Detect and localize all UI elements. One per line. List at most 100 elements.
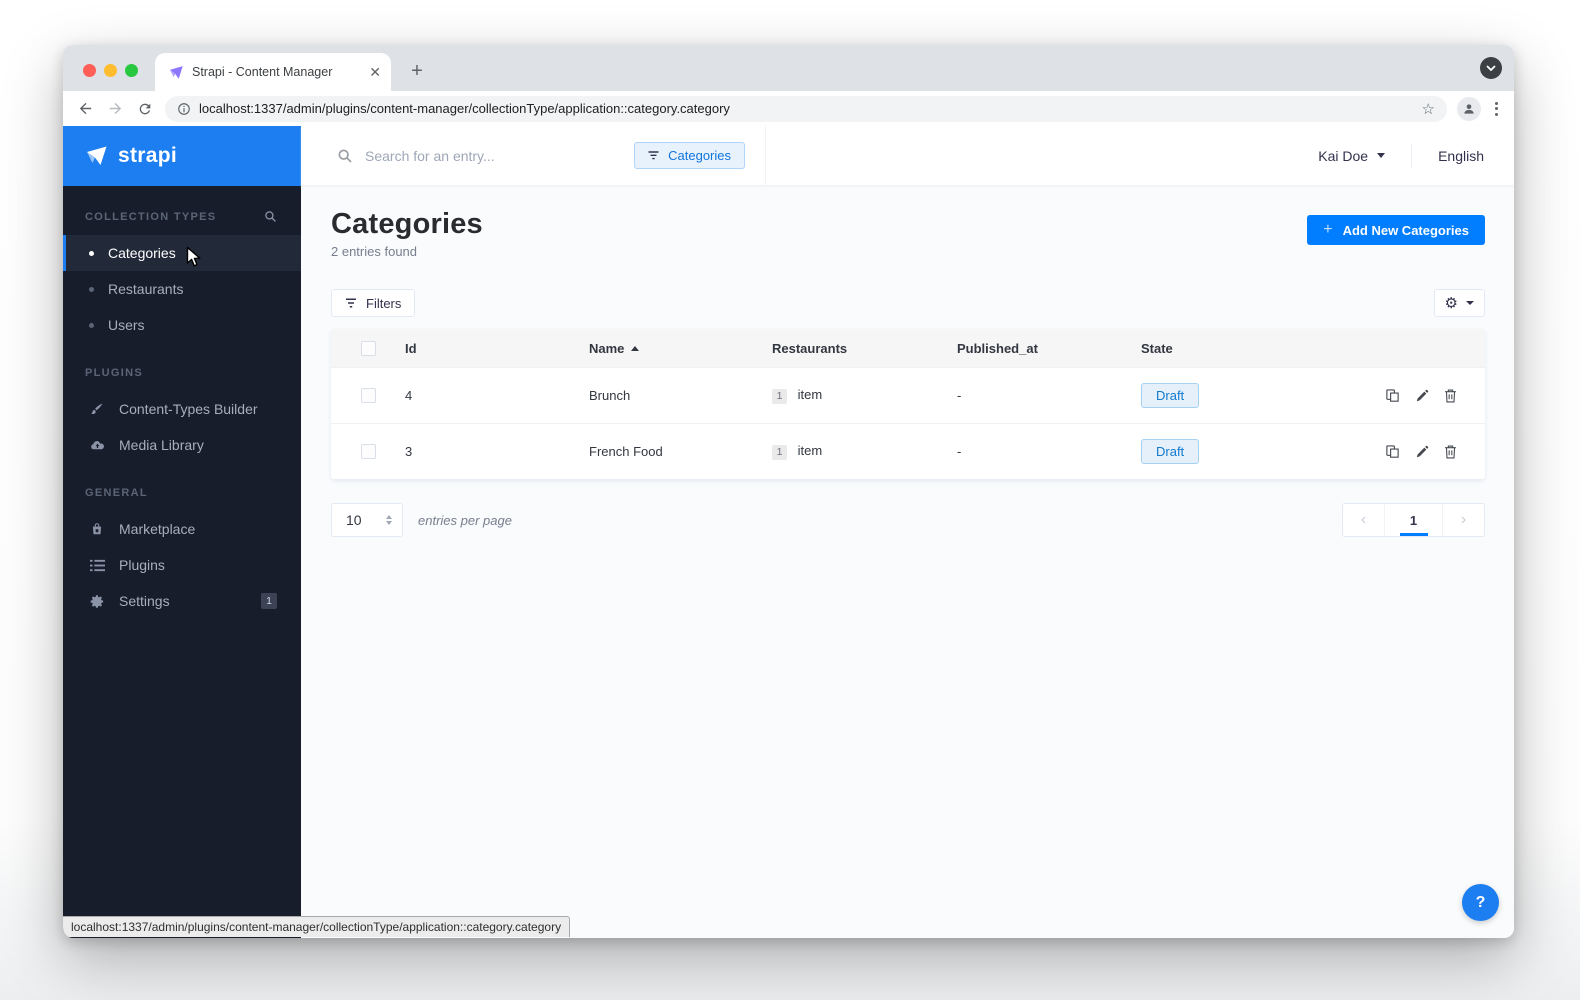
browser-window: Strapi - Content Manager ✕ + localhost:1… — [63, 45, 1514, 938]
browser-profile-avatar[interactable] — [1457, 96, 1481, 121]
current-page[interactable]: 1 — [1384, 504, 1443, 536]
browser-menu-icon[interactable] — [1491, 101, 1502, 116]
cell-name: Brunch — [589, 388, 631, 403]
table-settings-button[interactable]: ⚙ — [1433, 289, 1485, 317]
shopping-bag-icon — [89, 522, 105, 536]
table-row[interactable]: 3 French Food 1 item - Draft — [331, 423, 1485, 479]
count-badge: 1 — [772, 388, 787, 404]
title-row: Categories 2 entries found + Add New Cat… — [331, 208, 1485, 259]
column-header-published-at[interactable]: Published_at — [957, 341, 1141, 356]
gear-icon — [89, 594, 105, 609]
status-bar-url: localhost:1337/admin/plugins/content-man… — [63, 916, 571, 937]
settings-badge: 1 — [261, 593, 277, 609]
filter-icon — [346, 298, 356, 308]
column-header-name[interactable]: Name — [589, 341, 772, 356]
cell-published-at: - — [957, 444, 962, 459]
duplicate-icon[interactable] — [1385, 444, 1400, 459]
content-type-filter-chip[interactable]: Categories — [634, 142, 745, 169]
select-all-checkbox[interactable] — [360, 340, 376, 356]
edit-icon[interactable] — [1415, 389, 1429, 403]
per-page-label: entries per page — [418, 512, 512, 528]
cell-name: French Food — [589, 444, 663, 459]
new-tab-button[interactable]: + — [405, 60, 429, 83]
sidebar-item-marketplace[interactable]: Marketplace — [63, 511, 301, 547]
state-badge: Draft — [1141, 383, 1200, 408]
row-checkbox[interactable] — [360, 388, 376, 403]
row-checkbox[interactable] — [360, 444, 376, 459]
minimize-window-button[interactable] — [104, 64, 117, 77]
table-footer: 10 entries per page ‹ 1 › — [331, 503, 1485, 537]
close-window-button[interactable] — [83, 64, 96, 77]
paintbrush-icon — [89, 402, 105, 416]
table-header-row: Id Name Restaurants Published_at State — [331, 329, 1485, 367]
sidebar-item-media-library[interactable]: Media Library — [63, 427, 301, 463]
search-input[interactable] — [365, 147, 635, 164]
main-header: Categories Kai Doe English — [301, 126, 1514, 186]
sidebar: strapi COLLECTION TYPES Categories Resta… — [63, 126, 301, 938]
column-header-state[interactable]: State — [1141, 341, 1485, 356]
sidebar-item-users[interactable]: Users — [63, 307, 301, 343]
sidebar-item-categories[interactable]: Categories — [63, 235, 301, 271]
row-actions — [1385, 388, 1457, 403]
url-text[interactable]: localhost:1337/admin/plugins/content-man… — [199, 101, 1414, 116]
next-page-button[interactable]: › — [1443, 504, 1484, 536]
downloads-button[interactable] — [1480, 57, 1502, 79]
tab-title: Strapi - Content Manager — [192, 65, 333, 79]
duplicate-icon[interactable] — [1385, 388, 1400, 403]
stepper-icon — [386, 515, 392, 525]
cell-state: Draft — [1141, 383, 1485, 408]
chevron-down-icon — [1466, 301, 1474, 305]
main-area: Categories Kai Doe English Categories — [301, 126, 1514, 938]
back-button[interactable] — [75, 99, 95, 119]
user-menu[interactable]: Kai Doe — [1318, 148, 1386, 164]
content-canvas: Categories 2 entries found + Add New Cat… — [301, 186, 1514, 938]
tab-close-icon[interactable]: ✕ — [369, 65, 381, 79]
section-general: GENERAL — [85, 487, 148, 499]
page-info-icon[interactable] — [177, 102, 191, 116]
state-badge: Draft — [1141, 439, 1200, 464]
entries-count: 2 entries found — [331, 244, 418, 259]
sidebar-item-plugins[interactable]: Plugins — [63, 547, 301, 583]
cell-state: Draft — [1141, 439, 1485, 464]
previous-page-button[interactable]: ‹ — [1343, 504, 1384, 536]
reload-button[interactable] — [135, 99, 155, 119]
forward-button[interactable] — [105, 99, 125, 119]
delete-icon[interactable] — [1444, 389, 1457, 403]
delete-icon[interactable] — [1444, 445, 1457, 459]
cell-id: 3 — [405, 444, 413, 459]
zoom-window-button[interactable] — [125, 64, 138, 77]
per-page-select[interactable]: 10 — [331, 503, 403, 537]
strapi-logo[interactable]: strapi — [63, 126, 301, 186]
brand-wordmark: strapi — [118, 144, 177, 167]
add-new-categories-button[interactable]: + Add New Categories — [1307, 215, 1485, 245]
per-page-control: 10 entries per page — [331, 503, 512, 537]
page-title: Categories — [331, 208, 483, 240]
filters-button[interactable]: Filters — [331, 289, 416, 317]
chevron-down-icon — [1377, 153, 1386, 158]
bookmark-star-icon[interactable]: ☆ — [1422, 100, 1435, 118]
language-selector[interactable]: English — [1438, 148, 1484, 164]
table-row[interactable]: 4 Brunch 1 item - Draft — [331, 367, 1485, 423]
sort-ascending-icon — [631, 345, 640, 351]
browser-tab[interactable]: Strapi - Content Manager ✕ — [155, 53, 391, 91]
browser-tab-strip: Strapi - Content Manager ✕ + — [63, 45, 1514, 91]
help-button[interactable]: ? — [1462, 884, 1499, 921]
search-icon[interactable] — [264, 210, 277, 223]
plus-icon: + — [1323, 221, 1333, 238]
cell-restaurants: 1 item — [772, 387, 957, 404]
pagination: ‹ 1 › — [1342, 503, 1485, 537]
sidebar-item-settings[interactable]: Settings 1 — [63, 583, 301, 619]
cell-id: 4 — [405, 388, 413, 403]
sidebar-item-restaurants[interactable]: Restaurants — [63, 271, 301, 307]
filter-icon — [648, 151, 659, 160]
window-controls — [83, 64, 138, 77]
sidebar-item-content-types-builder[interactable]: Content-Types Builder — [63, 391, 301, 427]
strapi-app: strapi COLLECTION TYPES Categories Resta… — [63, 126, 1514, 938]
column-header-restaurants[interactable]: Restaurants — [772, 341, 957, 356]
url-bar[interactable]: localhost:1337/admin/plugins/content-man… — [165, 95, 1447, 122]
column-header-id[interactable]: Id — [405, 341, 589, 356]
bullet-icon — [89, 250, 94, 256]
search-icon — [337, 148, 353, 164]
edit-icon[interactable] — [1415, 445, 1429, 459]
count-badge: 1 — [772, 444, 787, 460]
